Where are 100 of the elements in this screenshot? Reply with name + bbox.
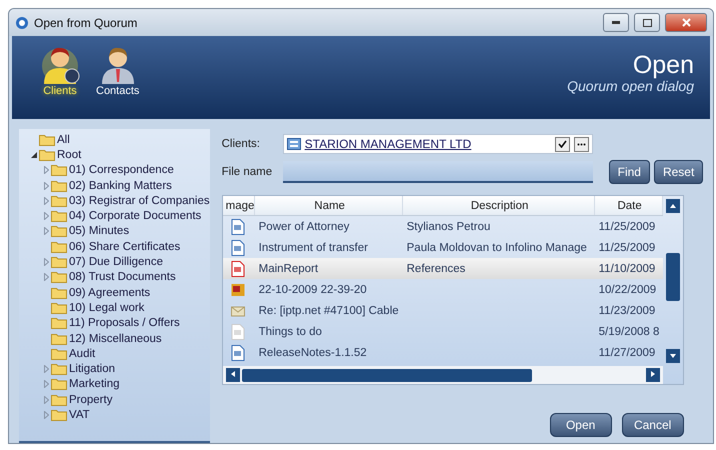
tree-item[interactable]: 10) Legal work: [69, 302, 144, 314]
window-title: Open from Quorum: [34, 16, 138, 30]
file-description: Stylianos Petrou: [406, 220, 492, 232]
tree-item[interactable]: Litigation: [69, 363, 116, 376]
down-arrow-icon: [670, 354, 676, 358]
folder-icon: [39, 134, 55, 146]
file-row[interactable]: Power of Attorney Stylianos Petrou 11/25/2009: [222, 216, 663, 237]
check-button[interactable]: [554, 136, 570, 152]
tree-item[interactable]: 08) Trust Documents: [69, 271, 176, 284]
file-date: 11/27/2009: [598, 346, 656, 358]
folder-icon: [51, 164, 67, 176]
client-field[interactable]: STARION MANAGEMENT LTD: [282, 134, 593, 154]
file-name: Power of Attorney: [258, 220, 350, 232]
file-name: MainReport: [258, 262, 320, 274]
file-row[interactable]: MainReport References 11/10/2009: [222, 258, 663, 279]
minimize-button[interactable]: [603, 13, 629, 32]
column-header[interactable]: Name: [254, 196, 403, 215]
scroll-left-button[interactable]: [226, 368, 240, 382]
tree-item[interactable]: 07) Due Dilligence: [69, 256, 163, 268]
more-button[interactable]: [574, 136, 589, 152]
column-header[interactable]: Description: [402, 196, 595, 215]
scrollbar-thumb[interactable]: [666, 253, 680, 301]
close-button[interactable]: [665, 13, 707, 32]
file-date: 11/10/2009: [598, 262, 656, 274]
document-icon: [230, 218, 245, 234]
collapse-arrow-icon[interactable]: [31, 152, 37, 158]
maximize-button[interactable]: [634, 13, 660, 32]
cancel-button[interactable]: Cancel: [622, 413, 684, 437]
folder-icon: [51, 408, 67, 421]
document-icon: [230, 240, 245, 256]
right-arrow-icon: [650, 371, 655, 377]
file-date: 11/25/2009: [598, 242, 656, 254]
tree-item[interactable]: Root: [57, 148, 82, 161]
file-date: 11/25/2009: [598, 220, 656, 232]
tree-item[interactable]: 06) Share Certificates: [69, 240, 180, 253]
up-arrow-icon: [670, 204, 676, 208]
folder-icon: [51, 394, 67, 406]
tree-item[interactable]: Marketing: [69, 378, 120, 390]
file-name-label: File name: [222, 166, 274, 178]
tree-item[interactable]: All: [57, 134, 70, 146]
folder-icon: [51, 317, 67, 330]
scroll-up-button[interactable]: [666, 199, 680, 213]
folder-icon: [51, 180, 67, 192]
tree-item[interactable]: 12) Miscellaneous: [69, 332, 162, 344]
close-icon: [682, 18, 690, 27]
folder-icon: [51, 210, 67, 222]
folder-icon: [51, 363, 67, 376]
pdf-icon: [230, 260, 245, 276]
open-button[interactable]: Open: [550, 413, 612, 437]
file-name: ReleaseNotes-1.1.52: [258, 346, 368, 358]
horizontal-scrollbar[interactable]: [222, 366, 663, 384]
app-logo-icon: [15, 16, 29, 30]
column-header[interactable]: mage: [222, 196, 255, 215]
file-row[interactable]: 22-10-2009 22-39-20 10/22/2009: [222, 279, 663, 300]
file-row[interactable]: Instrument of transfer Paula Moldovan to Infolino Manage 11/25/2009: [222, 237, 663, 258]
find-button[interactable]: Find: [608, 160, 650, 184]
checkmark-icon: [558, 140, 567, 148]
file-name: 22-10-2009 22-39-20: [258, 284, 368, 296]
file-date: 10/22/2009: [598, 284, 658, 296]
file-name-field[interactable]: [282, 161, 593, 183]
file-name: Instrument of transfer: [258, 242, 369, 254]
scroll-down-button[interactable]: [666, 349, 680, 363]
tree-item[interactable]: 09) Agreements: [69, 286, 150, 299]
tree-item[interactable]: 05) Minutes: [69, 225, 130, 238]
scrollbar-thumb[interactable]: [242, 368, 532, 382]
tree-item[interactable]: 02) Banking Matters: [69, 180, 172, 192]
blank-page-icon: [230, 324, 245, 340]
folder-icon: [51, 225, 67, 238]
tree-item[interactable]: 01) Correspondence: [69, 164, 174, 176]
clients-label: Clients:: [222, 138, 261, 150]
file-name: Re: [iptp.net #47100] Cable: [258, 304, 400, 316]
folder-icon: [39, 148, 55, 161]
maximize-icon: [642, 18, 652, 26]
file-date: 11/23/2009: [598, 304, 656, 316]
file-name: Things to do: [258, 326, 323, 338]
nav-button[interactable]: Contacts: [90, 40, 146, 101]
minimize-icon: [612, 21, 620, 24]
tree-item[interactable]: 03) Registrar of Companies: [69, 194, 210, 207]
left-arrow-icon: [230, 371, 235, 377]
nav-button[interactable]: Clients: [34, 40, 86, 101]
folder-icon: [51, 194, 67, 207]
column-header[interactable]: Date: [594, 196, 663, 215]
contact-card-icon: [286, 138, 301, 150]
folder-icon: [51, 256, 67, 268]
header-subtitle: Quorum open dialog: [567, 78, 694, 94]
folder-icon: [51, 302, 67, 314]
tree-item[interactable]: 04) Corporate Documents: [69, 210, 202, 222]
file-row[interactable]: Re: [iptp.net #47100] Cable 11/23/2009: [222, 300, 663, 321]
tree-item[interactable]: VAT: [69, 408, 90, 421]
file-row[interactable]: ReleaseNotes-1.1.52 11/27/2009: [222, 342, 663, 363]
tree-item[interactable]: Property: [69, 394, 112, 406]
folder-icon: [51, 348, 67, 360]
reset-button[interactable]: Reset: [654, 160, 704, 184]
tree-item[interactable]: 11) Proposals / Offers: [69, 317, 180, 330]
file-row[interactable]: Things to do 5/19/2008 8: [222, 321, 663, 342]
scroll-right-button[interactable]: [646, 368, 660, 382]
image-icon: [230, 282, 245, 298]
folder-icon: [51, 271, 67, 284]
tree-item[interactable]: Audit: [69, 348, 96, 360]
ellipsis-icon: [576, 142, 586, 146]
